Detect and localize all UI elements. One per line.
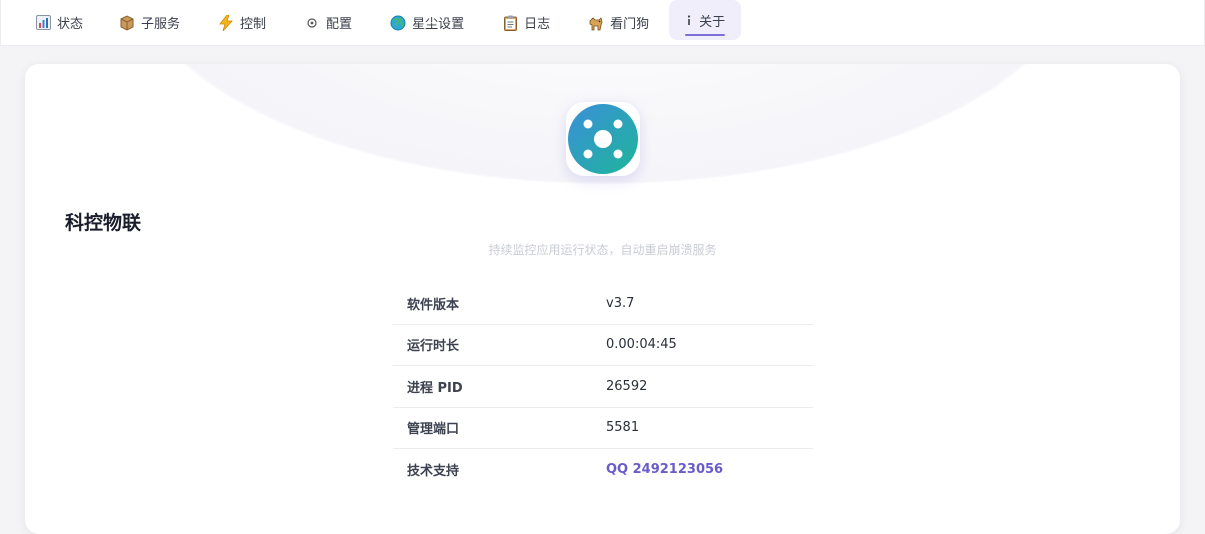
tab-config[interactable]: 配置	[288, 0, 374, 45]
info-row-uptime: 运行时长 0.00:04:45	[393, 325, 813, 366]
app-logo	[566, 102, 640, 176]
tab-label: 星尘设置	[412, 17, 465, 32]
info-row-port: 管理端口 5581	[393, 408, 813, 449]
info-row-support: 技术支持 QQ 2492123056	[393, 449, 813, 491]
tab-label: 状态	[57, 17, 84, 32]
tab-label: 控制	[240, 17, 267, 32]
tab-about[interactable]: 关于	[669, 0, 742, 40]
info-key: 软件版本	[407, 297, 460, 313]
tab-sub-services[interactable]: 子服务	[105, 0, 202, 45]
app-tagline: 持续监控应用运行状态，自动重启崩溃服务	[488, 243, 717, 257]
info-key: 管理端口	[407, 422, 460, 438]
info-row-pid: 进程 PID 26592	[393, 366, 813, 408]
dog-icon	[588, 15, 604, 31]
about-card: 科控物联 持续监控应用运行状态，自动重启崩溃服务 软件版本 v3.7 运行时长 …	[25, 64, 1180, 534]
info-key: 技术支持	[407, 464, 460, 480]
info-icon	[685, 12, 693, 28]
package-icon	[119, 14, 135, 31]
tab-label: 子服务	[141, 17, 181, 32]
info-value: 26592	[606, 378, 648, 394]
app-logo-icon	[568, 104, 638, 174]
info-row-version: 软件版本 v3.7	[393, 283, 813, 325]
app-name: 科控物联	[65, 212, 142, 234]
info-value: 0.00:04:45	[606, 337, 677, 353]
info-table: 软件版本 v3.7 运行时长 0.00:04:45 进程 PID 26592 管…	[393, 283, 813, 491]
top-tab-bar: 状态 子服务 控制 配置 星尘设置 日志 看门狗 关于	[0, 0, 1205, 46]
tab-label: 配置	[326, 17, 353, 32]
info-value: 5581	[606, 420, 640, 436]
info-key: 运行时长	[407, 339, 460, 355]
info-value: v3.7	[606, 295, 635, 311]
tab-watchdog[interactable]: 看门狗	[572, 0, 669, 45]
lightning-icon	[218, 14, 234, 31]
tab-label: 看门狗	[610, 17, 650, 32]
clipboard-icon	[502, 15, 518, 31]
tab-control[interactable]: 控制	[202, 0, 288, 45]
tab-label: 日志	[524, 17, 551, 32]
tab-status[interactable]: 状态	[23, 0, 105, 45]
gear-icon	[304, 15, 320, 31]
info-key: 进程 PID	[407, 380, 463, 396]
tab-logs[interactable]: 日志	[486, 0, 572, 45]
globe-icon	[390, 15, 406, 31]
tab-stardust-settings[interactable]: 星尘设置	[374, 0, 486, 45]
bar-chart-icon	[35, 15, 51, 31]
support-qq-link[interactable]: QQ 2492123056	[606, 462, 723, 477]
tab-label: 关于	[699, 14, 726, 30]
